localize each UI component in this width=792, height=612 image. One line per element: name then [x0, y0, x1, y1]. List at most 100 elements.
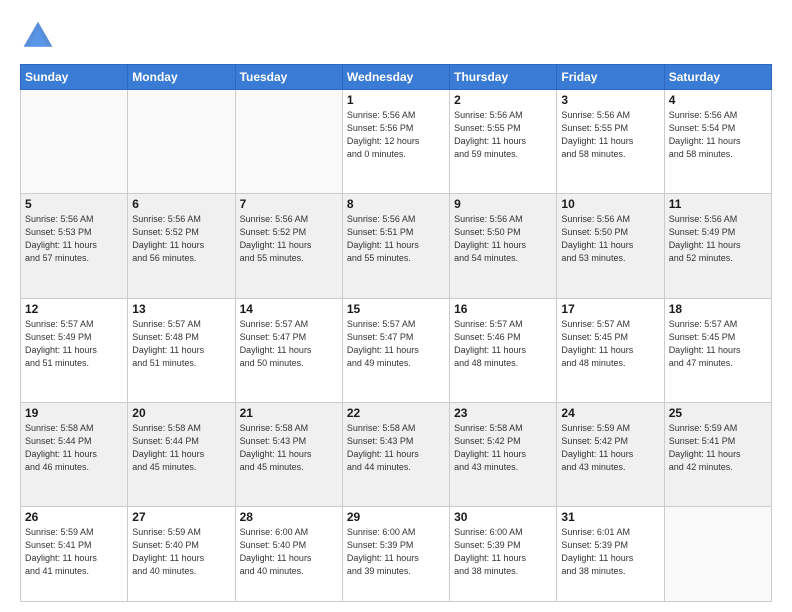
calendar-cell	[235, 90, 342, 194]
page: SundayMondayTuesdayWednesdayThursdayFrid…	[0, 0, 792, 612]
day-info: Sunrise: 5:56 AMSunset: 5:53 PMDaylight:…	[25, 213, 123, 265]
day-number: 23	[454, 406, 552, 420]
calendar-cell: 10 Sunrise: 5:56 AMSunset: 5:50 PMDayligh…	[557, 194, 664, 298]
day-number: 27	[132, 510, 230, 524]
day-number: 2	[454, 93, 552, 107]
day-info: Sunrise: 5:58 AMSunset: 5:43 PMDaylight:…	[347, 422, 445, 474]
day-info: Sunrise: 5:56 AMSunset: 5:49 PMDaylight:…	[669, 213, 767, 265]
day-number: 24	[561, 406, 659, 420]
calendar-cell: 14 Sunrise: 5:57 AMSunset: 5:47 PMDayligh…	[235, 298, 342, 402]
calendar-cell: 23 Sunrise: 5:58 AMSunset: 5:42 PMDayligh…	[450, 402, 557, 506]
calendar-cell	[21, 90, 128, 194]
calendar-cell: 4Sunrise: 5:56 AMSunset: 5:54 PMDaylight…	[664, 90, 771, 194]
weekday-header-thursday: Thursday	[450, 65, 557, 90]
weekday-header-wednesday: Wednesday	[342, 65, 449, 90]
calendar-cell: 6 Sunrise: 5:56 AMSunset: 5:52 PMDaylight…	[128, 194, 235, 298]
calendar: SundayMondayTuesdayWednesdayThursdayFrid…	[20, 64, 772, 602]
calendar-cell: 22 Sunrise: 5:58 AMSunset: 5:43 PMDayligh…	[342, 402, 449, 506]
day-info: Sunrise: 5:56 AMSunset: 5:56 PMDaylight:…	[347, 109, 445, 161]
day-number: 26	[25, 510, 123, 524]
day-number: 1	[347, 93, 445, 107]
week-row-4: 19Sunrise: 5:58 AMSunset: 5:44 PMDayligh…	[21, 402, 772, 506]
header	[20, 18, 772, 54]
day-info: Sunrise: 5:59 AMSunset: 5:40 PMDaylight:…	[132, 526, 230, 578]
weekday-header-saturday: Saturday	[664, 65, 771, 90]
weekday-header-row: SundayMondayTuesdayWednesdayThursdayFrid…	[21, 65, 772, 90]
day-info: Sunrise: 5:57 AMSunset: 5:48 PMDaylight:…	[132, 318, 230, 370]
calendar-cell: 16 Sunrise: 5:57 AMSunset: 5:46 PMDayligh…	[450, 298, 557, 402]
day-info: Sunrise: 5:56 AMSunset: 5:52 PMDaylight:…	[240, 213, 338, 265]
day-number: 11	[669, 197, 767, 211]
week-row-3: 12 Sunrise: 5:57 AMSunset: 5:49 PMDayligh…	[21, 298, 772, 402]
day-number: 5	[25, 197, 123, 211]
day-info: Sunrise: 5:59 AMSunset: 5:41 PMDaylight:…	[25, 526, 123, 578]
week-row-2: 5 Sunrise: 5:56 AMSunset: 5:53 PMDaylight…	[21, 194, 772, 298]
day-info: Sunrise: 6:01 AMSunset: 5:39 PMDaylight:…	[561, 526, 659, 578]
day-info: Sunrise: 6:00 AMSunset: 5:40 PMDaylight:…	[240, 526, 338, 578]
logo-icon	[20, 18, 56, 54]
day-info: Sunrise: 6:00 AMSunset: 5:39 PMDaylight:…	[347, 526, 445, 578]
day-number: 12	[25, 302, 123, 316]
day-info: Sunrise: 6:00 AMSunset: 5:39 PMDaylight:…	[454, 526, 552, 578]
logo	[20, 18, 60, 54]
day-number: 15	[347, 302, 445, 316]
calendar-cell: 9 Sunrise: 5:56 AMSunset: 5:50 PMDaylight…	[450, 194, 557, 298]
day-number: 7	[240, 197, 338, 211]
day-number: 13	[132, 302, 230, 316]
day-info: Sunrise: 5:56 AMSunset: 5:50 PMDaylight:…	[561, 213, 659, 265]
calendar-cell: 27 Sunrise: 5:59 AMSunset: 5:40 PMDayligh…	[128, 507, 235, 602]
day-info: Sunrise: 5:57 AMSunset: 5:47 PMDaylight:…	[240, 318, 338, 370]
day-info: Sunrise: 5:57 AMSunset: 5:49 PMDaylight:…	[25, 318, 123, 370]
calendar-cell	[664, 507, 771, 602]
calendar-cell: 31 Sunrise: 6:01 AMSunset: 5:39 PMDayligh…	[557, 507, 664, 602]
day-number: 9	[454, 197, 552, 211]
day-info: Sunrise: 5:58 AMSunset: 5:44 PMDaylight:…	[25, 422, 123, 474]
day-number: 8	[347, 197, 445, 211]
calendar-cell: 12 Sunrise: 5:57 AMSunset: 5:49 PMDayligh…	[21, 298, 128, 402]
day-number: 31	[561, 510, 659, 524]
calendar-cell: 25 Sunrise: 5:59 AMSunset: 5:41 PMDayligh…	[664, 402, 771, 506]
day-info: Sunrise: 5:59 AMSunset: 5:41 PMDaylight:…	[669, 422, 767, 474]
day-info: Sunrise: 5:56 AMSunset: 5:55 PMDaylight:…	[561, 109, 659, 161]
calendar-cell: 20Sunrise: 5:58 AMSunset: 5:44 PMDayligh…	[128, 402, 235, 506]
day-number: 6	[132, 197, 230, 211]
day-info: Sunrise: 5:58 AMSunset: 5:44 PMDaylight:…	[132, 422, 230, 474]
calendar-cell: 8 Sunrise: 5:56 AMSunset: 5:51 PMDaylight…	[342, 194, 449, 298]
day-number: 29	[347, 510, 445, 524]
day-number: 28	[240, 510, 338, 524]
day-info: Sunrise: 5:56 AMSunset: 5:52 PMDaylight:…	[132, 213, 230, 265]
day-info: Sunrise: 5:59 AMSunset: 5:42 PMDaylight:…	[561, 422, 659, 474]
day-info: Sunrise: 5:57 AMSunset: 5:45 PMDaylight:…	[669, 318, 767, 370]
day-number: 25	[669, 406, 767, 420]
calendar-cell: 30 Sunrise: 6:00 AMSunset: 5:39 PMDayligh…	[450, 507, 557, 602]
day-info: Sunrise: 5:56 AMSunset: 5:51 PMDaylight:…	[347, 213, 445, 265]
day-info: Sunrise: 5:58 AMSunset: 5:42 PMDaylight:…	[454, 422, 552, 474]
day-number: 16	[454, 302, 552, 316]
day-number: 22	[347, 406, 445, 420]
calendar-cell: 5 Sunrise: 5:56 AMSunset: 5:53 PMDaylight…	[21, 194, 128, 298]
calendar-cell: 17Sunrise: 5:57 AMSunset: 5:45 PMDayligh…	[557, 298, 664, 402]
day-number: 30	[454, 510, 552, 524]
calendar-cell: 18 Sunrise: 5:57 AMSunset: 5:45 PMDayligh…	[664, 298, 771, 402]
week-row-5: 26 Sunrise: 5:59 AMSunset: 5:41 PMDayligh…	[21, 507, 772, 602]
calendar-cell: 24 Sunrise: 5:59 AMSunset: 5:42 PMDayligh…	[557, 402, 664, 506]
day-info: Sunrise: 5:57 AMSunset: 5:47 PMDaylight:…	[347, 318, 445, 370]
day-number: 14	[240, 302, 338, 316]
week-row-1: 1 Sunrise: 5:56 AMSunset: 5:56 PMDaylight…	[21, 90, 772, 194]
day-info: Sunrise: 5:57 AMSunset: 5:45 PMDaylight:…	[561, 318, 659, 370]
calendar-cell: 2Sunrise: 5:56 AMSunset: 5:55 PMDaylight…	[450, 90, 557, 194]
day-number: 18	[669, 302, 767, 316]
weekday-header-friday: Friday	[557, 65, 664, 90]
day-info: Sunrise: 5:57 AMSunset: 5:46 PMDaylight:…	[454, 318, 552, 370]
day-number: 4	[669, 93, 767, 107]
day-number: 10	[561, 197, 659, 211]
calendar-cell: 19Sunrise: 5:58 AMSunset: 5:44 PMDayligh…	[21, 402, 128, 506]
day-info: Sunrise: 5:58 AMSunset: 5:43 PMDaylight:…	[240, 422, 338, 474]
calendar-cell: 1 Sunrise: 5:56 AMSunset: 5:56 PMDaylight…	[342, 90, 449, 194]
day-number: 21	[240, 406, 338, 420]
calendar-cell: 15 Sunrise: 5:57 AMSunset: 5:47 PMDayligh…	[342, 298, 449, 402]
calendar-cell: 13 Sunrise: 5:57 AMSunset: 5:48 PMDayligh…	[128, 298, 235, 402]
calendar-cell: 21 Sunrise: 5:58 AMSunset: 5:43 PMDayligh…	[235, 402, 342, 506]
weekday-header-sunday: Sunday	[21, 65, 128, 90]
day-info: Sunrise: 5:56 AMSunset: 5:50 PMDaylight:…	[454, 213, 552, 265]
